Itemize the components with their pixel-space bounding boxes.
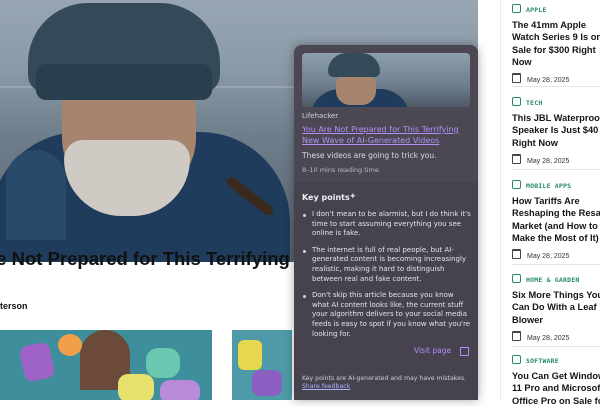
- related-article-image[interactable]: [0, 330, 212, 400]
- sidebar-item-date: May 28, 2025: [512, 330, 600, 342]
- sidebar-item-tech[interactable]: TECH This JBL Waterproof Speaker Is Just …: [512, 97, 600, 165]
- article-author[interactable]: terson: [0, 301, 28, 311]
- sidebar-item-date: May 28, 2025: [512, 153, 600, 165]
- sidebar-item-title[interactable]: This JBL Waterproof Speaker Is Just $40 Ri…: [512, 112, 600, 149]
- sidebar-item-title[interactable]: Six More Things You Can Do With a Leaf Blo…: [512, 289, 600, 326]
- category-label[interactable]: HOME & GARDEN: [512, 274, 600, 284]
- category-icon: [512, 355, 521, 364]
- article-title: re Not Prepared for This Terrifying New …: [0, 248, 386, 269]
- calendar-icon: [512, 249, 521, 260]
- sidebar-item-software[interactable]: SOFTWARE You Can Get Windows11 Pro and M…: [512, 355, 600, 407]
- sidebar-divider: [500, 0, 501, 400]
- summary-subtitle: These videos are going to trick you.: [302, 151, 437, 160]
- category-icon: [512, 274, 521, 283]
- calendar-icon: [512, 73, 521, 84]
- sidebar-separator: [512, 264, 600, 265]
- summary-popup: Lifehacker You Are Not Prepared for This…: [294, 45, 478, 400]
- category-icon: [512, 97, 521, 106]
- summary-source: Lifehacker: [302, 112, 339, 120]
- sidebar-item-title[interactable]: The 41mm Apple Watch Series 9 Is on Sale f…: [512, 19, 600, 68]
- sidebar-item-title[interactable]: How Tariffs Are Reshaping the Resale Marke…: [512, 195, 600, 244]
- category-label[interactable]: TECH: [512, 97, 600, 107]
- summary-article-link[interactable]: You Are Not Prepared for This Terrifying…: [302, 124, 470, 146]
- sidebar-separator: [512, 346, 600, 347]
- calendar-icon: [512, 153, 521, 164]
- visit-page-link[interactable]: Visit page: [414, 346, 451, 355]
- summary-header: Lifehacker You Are Not Prepared for This…: [294, 45, 478, 182]
- key-points-list: I don't mean to be alarmist, but I do th…: [302, 210, 472, 346]
- hero-beanie-cuff: [36, 64, 212, 100]
- key-point: I don't mean to be alarmist, but I do th…: [302, 210, 472, 239]
- key-point: The internet is full of real people, but…: [302, 246, 472, 284]
- key-points-heading: Key points: [302, 193, 350, 202]
- category-label[interactable]: SOFTWARE: [512, 355, 600, 365]
- ai-disclaimer: Key points are AI-generated and may have…: [302, 375, 474, 391]
- sparkle-icon: ✦: [349, 192, 357, 202]
- share-feedback-link[interactable]: Share feedback: [302, 383, 350, 390]
- category-label[interactable]: MOBILE APPS: [512, 180, 600, 190]
- sidebar-item-home-garden[interactable]: HOME & GARDEN Six More Things You Can Do …: [512, 274, 600, 342]
- sidebar-item-date: May 28, 2025: [512, 249, 600, 260]
- sidebar-item-date: May 28, 2025: [512, 73, 600, 84]
- calendar-icon: [512, 330, 521, 341]
- key-point: Don't skip this article because you know…: [302, 291, 472, 339]
- sidebar-separator: [512, 169, 600, 170]
- sidebar-item-apple[interactable]: APPLE The 41mm Apple Watch Series 9 Is on…: [512, 4, 600, 84]
- sidebar-separator: [512, 86, 600, 87]
- disclaimer-text: Key points are AI-generated and may have…: [302, 375, 467, 382]
- category-icon: [512, 180, 521, 189]
- category-label[interactable]: APPLE: [512, 4, 600, 14]
- external-link-icon[interactable]: [460, 347, 469, 356]
- summary-thumbnail: [302, 53, 470, 107]
- sidebar-item-title[interactable]: You Can Get Windows11 Pro and MicrosoftO…: [512, 370, 600, 407]
- category-icon: [512, 4, 521, 13]
- related-article-image-2[interactable]: [232, 330, 292, 400]
- hero-collar: [6, 150, 66, 240]
- reading-time: 8–10 mins reading time: [302, 166, 379, 174]
- sidebar-item-mobile-apps[interactable]: MOBILE APPS How Tariffs Are Reshaping the…: [512, 180, 600, 260]
